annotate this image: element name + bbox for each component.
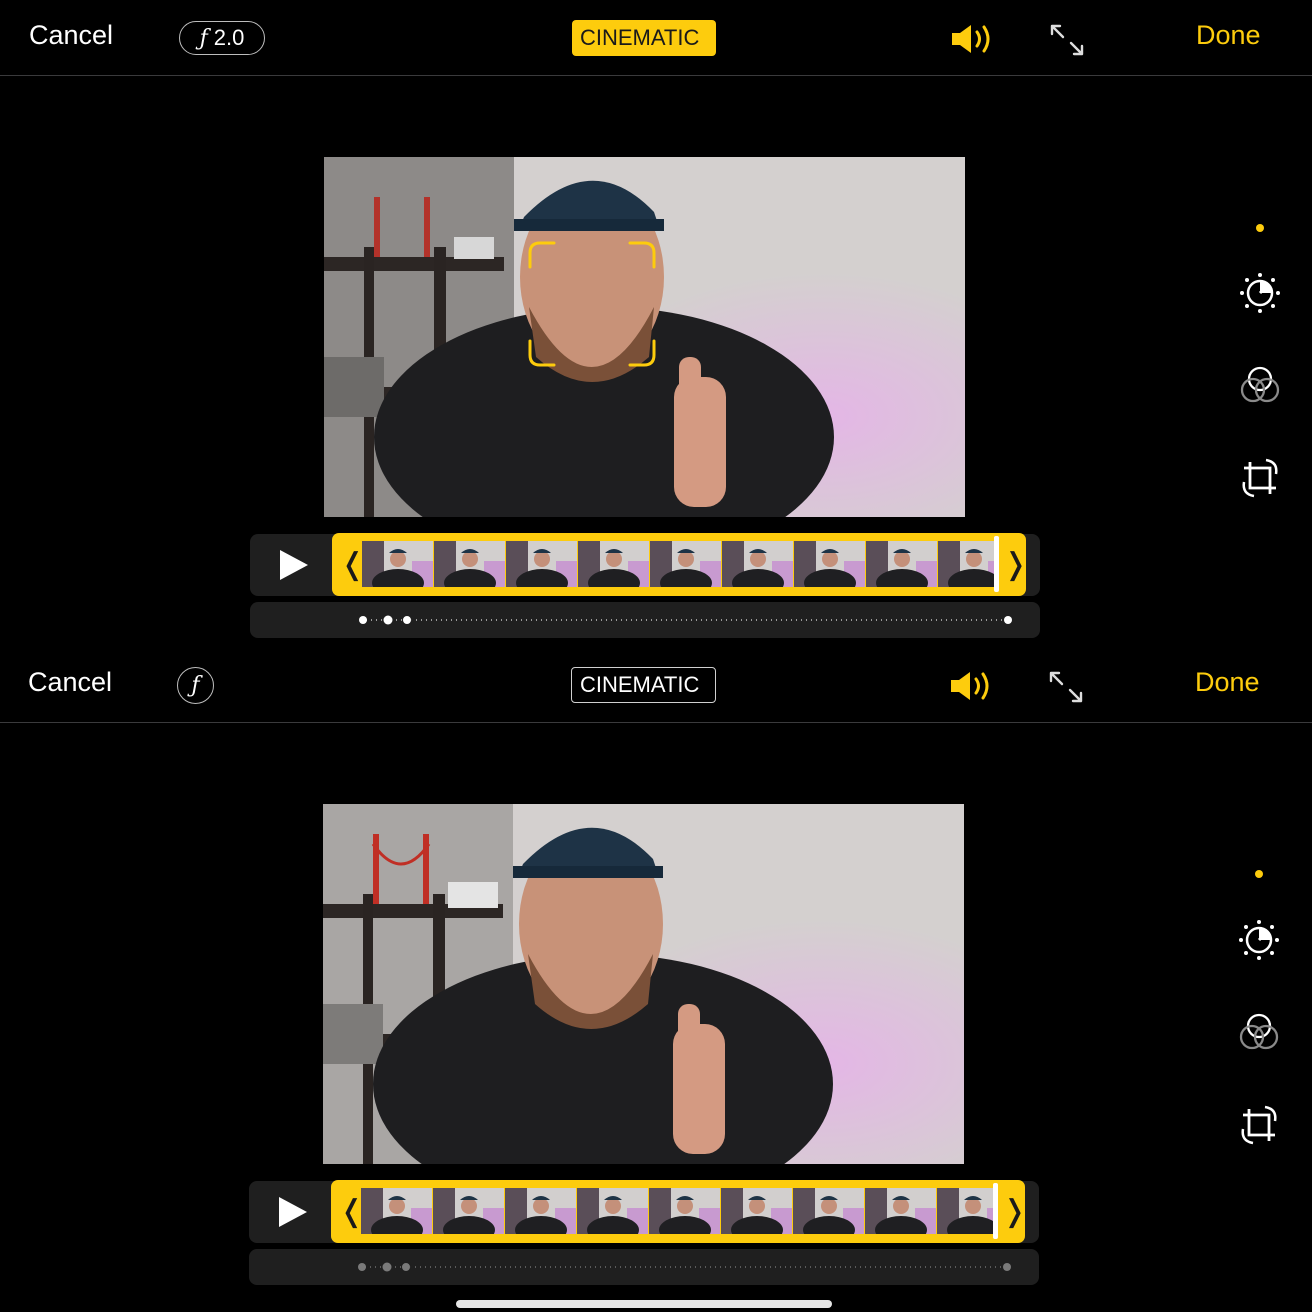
home-indicator[interactable] (456, 1300, 832, 1308)
expand-arrows-icon[interactable] (1048, 22, 1086, 58)
aperture-f-symbol: ƒ (199, 25, 208, 51)
aperture-value: 2.0 (213, 25, 245, 50)
top-toolbar: Cancel ƒ CINEMATIC Done (0, 647, 1312, 723)
focus-track[interactable] (250, 602, 1040, 638)
play-icon[interactable] (276, 548, 310, 582)
done-button[interactable]: Done (1196, 20, 1261, 51)
crop-rotate-icon[interactable] (1237, 1103, 1281, 1147)
playhead[interactable] (994, 536, 999, 592)
aperture-button[interactable]: ƒ 2.0 (179, 21, 265, 55)
aperture-button[interactable]: ƒ (177, 667, 214, 704)
trim-strip[interactable]: ❬ ❭ (331, 1180, 1027, 1243)
done-button[interactable]: Done (1195, 667, 1260, 698)
indicator-dot (1255, 870, 1263, 878)
top-toolbar: Cancel ƒ 2.0 CINEMATIC Done (0, 0, 1312, 76)
cancel-button[interactable]: Cancel (29, 20, 113, 51)
cinematic-toggle[interactable]: CINEMATIC (572, 20, 716, 56)
frame-thumbnails (362, 541, 996, 587)
focus-box[interactable] (528, 241, 656, 367)
cinematic-toggle[interactable]: CINEMATIC (571, 667, 716, 703)
trim-right-handle-icon[interactable]: ❭ (1003, 547, 1028, 582)
focus-track[interactable] (249, 1249, 1039, 1285)
playhead[interactable] (993, 1183, 998, 1239)
indicator-dot (1256, 224, 1264, 232)
filters-circles-icon[interactable] (1238, 364, 1282, 408)
adjust-dial-icon[interactable] (1238, 271, 1282, 315)
expand-arrows-icon[interactable] (1047, 669, 1085, 705)
play-icon[interactable] (275, 1195, 309, 1229)
speaker-wave-icon[interactable] (948, 669, 996, 703)
adjust-dial-icon[interactable] (1237, 918, 1281, 962)
editor-panel-cinematic-on: Cancel ƒ 2.0 CINEMATIC Done ❬ ❭ (0, 0, 1312, 647)
cinematic-label: CINEMATIC (580, 25, 700, 50)
editor-panel-cinematic-off: Cancel ƒ CINEMATIC Done ❬ ❭ (0, 647, 1312, 1294)
cinematic-label: CINEMATIC (580, 672, 700, 697)
aperture-f-symbol: ƒ (191, 673, 200, 698)
trim-right-handle-icon[interactable]: ❭ (1002, 1194, 1027, 1229)
trim-strip[interactable]: ❬ ❭ (332, 533, 1028, 596)
speaker-wave-icon[interactable] (949, 22, 997, 56)
frame-thumbnails (361, 1188, 995, 1234)
crop-rotate-icon[interactable] (1238, 456, 1282, 500)
cancel-button[interactable]: Cancel (28, 667, 112, 698)
filters-circles-icon[interactable] (1237, 1011, 1281, 1055)
video-preview[interactable] (323, 804, 964, 1164)
